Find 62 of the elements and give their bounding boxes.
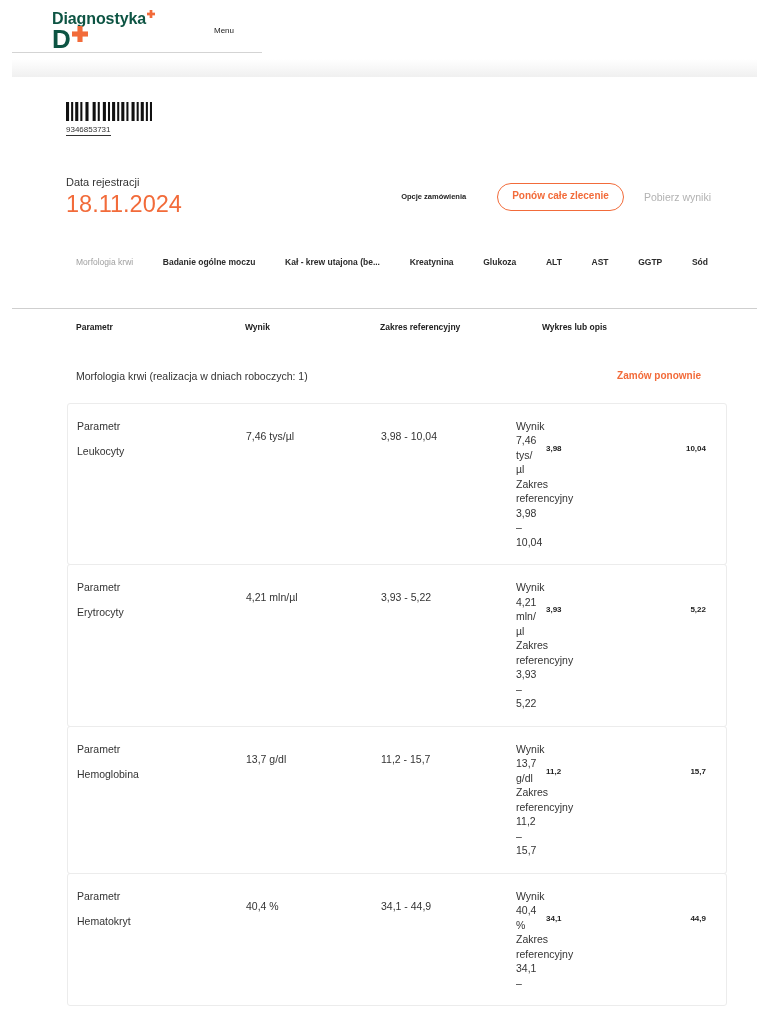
scale-min-label: 3,98	[546, 443, 562, 454]
parameter-label: Parametr	[77, 580, 122, 595]
menu-button[interactable]: Menu	[214, 26, 234, 36]
test-tab[interactable]: Kał - krew utajona (be...	[285, 257, 380, 268]
column-header: Wynik	[245, 322, 271, 333]
column-header: Parametr	[76, 322, 114, 333]
logo-letter: D	[52, 29, 71, 49]
test-tab[interactable]: Glukoza	[483, 257, 517, 268]
parameter-name: Leukocyty	[77, 443, 126, 458]
test-tab[interactable]: GGTP	[638, 257, 663, 268]
date-label: Data rejestracji	[66, 176, 141, 188]
chart-range-value: 34,1 –	[516, 961, 538, 990]
chart-result-label: Wynik	[516, 741, 545, 756]
scale-min-label: 34,1	[546, 913, 562, 924]
test-tab[interactable]: ALT	[545, 257, 562, 268]
parameter-name: Hemoglobina	[77, 766, 140, 781]
chart-range-value: 3,93 – 5,22	[516, 667, 538, 711]
chart-result-label: Wynik	[516, 888, 545, 903]
chart-range-label: Zakres referencyjny	[516, 785, 574, 814]
chart-range-value: 3,98 – 10,04	[516, 505, 543, 549]
reference-range: 3,93 - 5,22	[381, 590, 432, 605]
parameter-name: Hematokryt	[77, 913, 132, 928]
chart-result-value: 4,21 mln/µl	[516, 594, 538, 638]
test-tab[interactable]: Badanie ogólne moczu	[162, 257, 256, 268]
parameter-name: Erytrocyty	[77, 605, 125, 620]
brand-name: Diagnostyka	[52, 11, 147, 26]
chart-result-label: Wynik	[516, 580, 545, 595]
result-value: 7,46 tys/µl	[246, 428, 295, 443]
chart-range-label: Zakres referencyjny	[516, 476, 574, 506]
column-header: Zakres referencyjny	[380, 322, 462, 333]
registration-date: 18.11.2024	[66, 191, 182, 217]
parameter-label: Parametr	[77, 888, 122, 903]
section-title: Morfologia krwi (realizacja w dniach roboczych: 1)	[76, 369, 308, 384]
plus-icon	[71, 26, 88, 42]
chart-result-value: 7,46 tys/µl	[516, 433, 538, 477]
scale-min-label: 11,2	[546, 766, 562, 777]
chart-range-label: Zakres referencyjny	[516, 932, 574, 961]
reference-range: 11,2 - 15,7	[381, 751, 431, 766]
parameter-label: Parametr	[77, 741, 122, 756]
reference-range: 34,1 - 44,9	[381, 898, 432, 913]
parameter-label: Parametr	[77, 418, 122, 433]
chart-range-label: Zakres referencyjny	[516, 638, 574, 667]
order-number-link[interactable]: 9346853731	[66, 125, 111, 136]
result-value: 40,4 %	[246, 898, 279, 913]
result-value: 13,7 g/dl	[246, 751, 287, 766]
scale-max-label: 15,7	[690, 766, 706, 777]
plus-icon	[147, 10, 156, 18]
chart-range-value: 11,2 – 15,7	[516, 814, 538, 858]
test-tab[interactable]: Kreatynina	[409, 257, 454, 268]
chart-result-label: Wynik	[516, 418, 545, 433]
chart-result-value: 40,4 %	[516, 903, 538, 932]
column-header: Wykres lub opis	[542, 322, 609, 333]
test-tab[interactable]: AST	[591, 257, 609, 268]
scale-max-label: 10,04	[685, 443, 706, 454]
chart-result-value: 13,7 g/dl	[516, 756, 538, 785]
test-tab[interactable]: Sód	[691, 257, 708, 268]
reference-range: 3,98 - 10,04	[381, 428, 438, 443]
scale-min-label: 3,93	[546, 605, 562, 615]
scale-max-label: 5,22	[690, 605, 706, 615]
result-value: 4,21 mln/µl	[246, 590, 298, 605]
barcode-icon	[66, 102, 152, 121]
scale-max-label: 44,9	[690, 913, 706, 924]
